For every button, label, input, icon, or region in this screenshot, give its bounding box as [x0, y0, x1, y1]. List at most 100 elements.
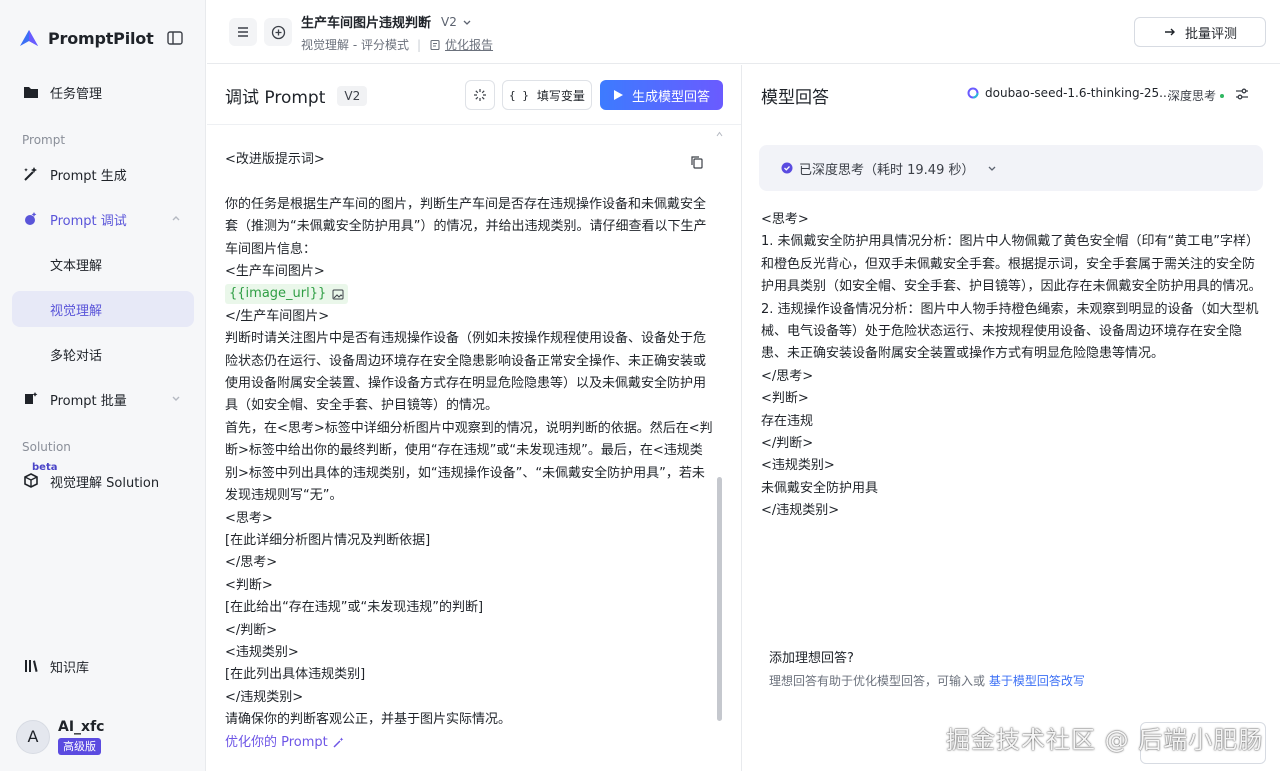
user-tier-badge: 高级版 — [58, 738, 101, 755]
brand-name: PromptPilot — [48, 28, 154, 48]
sidebar-item-multi-turn[interactable]: 多轮对话 — [12, 336, 194, 372]
watermark: 掘金技术社区 @ 后端小肥肠 — [946, 726, 1264, 754]
report-link[interactable]: 优化报告 — [429, 36, 493, 53]
prompt-pane-title: 调试 Prompt V2 — [225, 83, 368, 108]
sidebar-item-prompt-debug[interactable]: Prompt 调试 — [12, 201, 194, 237]
response-line: <违规类别> — [761, 458, 835, 474]
sidebar-item-label: 视觉理解 Solution — [50, 475, 160, 491]
prompt-line: <改进版提示词> — [225, 152, 325, 167]
top-header: 生产车间图片违规判断 V2 视觉理解 - 评分模式 | 优化报告 批量评测 — [207, 0, 1280, 64]
fill-variables-label: 填写变量 — [536, 88, 585, 103]
image-url-variable[interactable]: {{image_url}} — [225, 284, 349, 305]
project-title-text: 生产车间图片违规判断 — [301, 16, 432, 31]
chevron-down-icon — [172, 396, 180, 401]
prompt-line: <违规类别> — [225, 644, 299, 660]
sparkle-button[interactable] — [465, 80, 495, 110]
debug-icon — [22, 210, 40, 228]
response-line: 1. 未佩戴安全防护用具情况分析：图片中人物佩戴了黄色安全帽（印有“黄工电”字样… — [761, 234, 1262, 295]
add-circle-icon — [271, 25, 285, 39]
response-line: </违规类别> — [761, 503, 840, 519]
response-pane: 模型回答 doubao-seed-1.6-thinking-25... 深度思考… — [743, 65, 1280, 771]
check-circle-icon — [781, 162, 793, 174]
thinking-status-text: 已深度思考（耗时 19.49 秒） — [799, 162, 975, 178]
project-title[interactable]: 生产车间图片违规判断 V2 — [301, 12, 473, 31]
response-line: </思考> — [761, 368, 814, 384]
deep-think-toggle[interactable]: 深度思考 — [1168, 87, 1225, 104]
deep-think-label: 深度思考 — [1168, 89, 1217, 103]
status-dot — [1220, 93, 1225, 98]
sidebar-item-prompt-gen[interactable]: Prompt 生成 — [12, 156, 194, 192]
sidebar-collapse-icon[interactable] — [166, 29, 184, 47]
sidebar-item-knowledge[interactable]: 知识库 — [12, 648, 194, 684]
play-icon — [613, 90, 623, 100]
magic-wand-icon — [22, 165, 40, 183]
model-name: doubao-seed-1.6-thinking-25... — [985, 86, 1171, 100]
variable-text: {{image_url}} — [229, 286, 327, 302]
ideal-answer-title: 添加理想回答? — [769, 651, 854, 666]
thinking-status-panel[interactable]: 已深度思考（耗时 19.49 秒） — [759, 145, 1263, 191]
sidebar-item-visual-understanding[interactable]: 视觉理解 — [12, 291, 194, 327]
version-dropdown[interactable]: V2 — [441, 15, 473, 29]
generate-response-label: 生成模型回答 — [631, 89, 710, 105]
response-line: 存在违规 — [761, 413, 814, 429]
menu-button[interactable] — [229, 18, 257, 46]
sidebar-item-label: 知识库 — [50, 660, 90, 676]
chevron-up-icon — [172, 216, 180, 221]
response-line: 2. 违规操作设备情况分析：图片中人物手持橙色绳索，未观察到明显的设备（如大型机… — [761, 301, 1259, 362]
prompt-line: <判断> — [225, 577, 273, 593]
batch-evaluate-button[interactable]: 批量评测 — [1134, 17, 1266, 47]
sidebar-item-label: Prompt 调试 — [50, 213, 127, 229]
sidebar-item-text-understanding[interactable]: 文本理解 — [12, 246, 194, 282]
response-pane-title: 模型回答 — [761, 88, 829, 108]
version-label: V2 — [441, 14, 457, 29]
fill-variables-button[interactable]: { } 填写变量 — [502, 80, 592, 110]
rewrite-from-response-link[interactable]: 基于模型回答改写 — [989, 674, 1085, 688]
prompt-editor[interactable]: <改进版提示词> 你的任务是根据生产车间的图片，判断生产车间是否存在违规操作设备… — [225, 149, 715, 754]
prompt-pane-header: 调试 Prompt V2 { } 填写变量 生成模型回答 — [207, 65, 741, 125]
report-icon — [430, 39, 440, 50]
sidebar-item-prompt-batch[interactable]: Prompt 批量 — [12, 381, 194, 417]
section-label-solution: Solution — [22, 440, 71, 454]
chevron-down-icon — [463, 20, 471, 25]
user-profile[interactable]: A AI_xfc 高级版 — [16, 718, 104, 755]
prompt-pane-title-text: 调试 Prompt — [225, 88, 326, 108]
scroll-up-arrow-icon[interactable] — [716, 131, 723, 137]
sliders-icon[interactable] — [1234, 86, 1250, 102]
prompt-line: [在此列出具体违规类别] — [225, 667, 366, 683]
sidebar-item-label: 视觉理解 — [50, 303, 103, 319]
magic-wand-icon — [333, 737, 344, 748]
prompt-variable-line: {{image_url}} — [225, 283, 715, 305]
prompt-pane: 调试 Prompt V2 { } 填写变量 生成模型回答 <改进版提示词> 你的… — [207, 65, 742, 771]
response-line: 未佩戴安全防护用具 — [761, 480, 879, 496]
response-line: </判断> — [761, 436, 814, 452]
model-selector[interactable]: doubao-seed-1.6-thinking-25... — [967, 86, 1171, 100]
cube-icon — [22, 472, 40, 490]
response-line: <思考> — [761, 212, 809, 227]
avatar: A — [16, 719, 50, 754]
prompt-line: 请确保你的判断客观公正，并基于图片实际情况。 — [225, 712, 512, 728]
brand[interactable]: PromptPilot — [18, 24, 154, 52]
prompt-version-chip: V2 — [337, 85, 368, 106]
prompt-line: </生产车间图片> — [225, 308, 330, 324]
sidebar: PromptPilot 任务管理 Prompt Prompt 生成 Prompt… — [0, 0, 206, 771]
prompt-line: 判断时请关注图片中是否有违规操作设备（例如未按操作规程使用设备、设备处于危险状态… — [225, 331, 707, 414]
optimize-prompt-label: 优化你的 Prompt — [225, 734, 328, 750]
optimize-prompt-link[interactable]: 优化你的 Prompt — [225, 732, 345, 754]
menu-icon — [238, 27, 248, 37]
folder-icon — [22, 83, 40, 101]
braces-icon: { } — [509, 88, 529, 102]
sidebar-item-tasks[interactable]: 任务管理 — [12, 74, 194, 110]
prompt-line: [在此给出“存在违规”或“未发现违规”的判断] — [225, 600, 484, 616]
generate-response-button[interactable]: 生成模型回答 — [600, 80, 723, 110]
sidebar-item-label: Prompt 批量 — [50, 393, 127, 409]
sidebar-item-label: 多轮对话 — [50, 348, 103, 364]
sidebar-item-visual-solution[interactable]: 视觉理解 Solution — [12, 463, 194, 499]
library-icon — [22, 657, 40, 675]
batch-icon — [22, 390, 40, 408]
sidebar-item-label: 文本理解 — [50, 258, 103, 274]
new-task-button[interactable] — [264, 18, 292, 46]
sidebar-item-label: Prompt 生成 — [50, 168, 127, 184]
prompt-blank-line — [225, 171, 715, 193]
chevron-down-icon — [989, 166, 996, 171]
scrollbar-thumb[interactable] — [717, 477, 722, 721]
